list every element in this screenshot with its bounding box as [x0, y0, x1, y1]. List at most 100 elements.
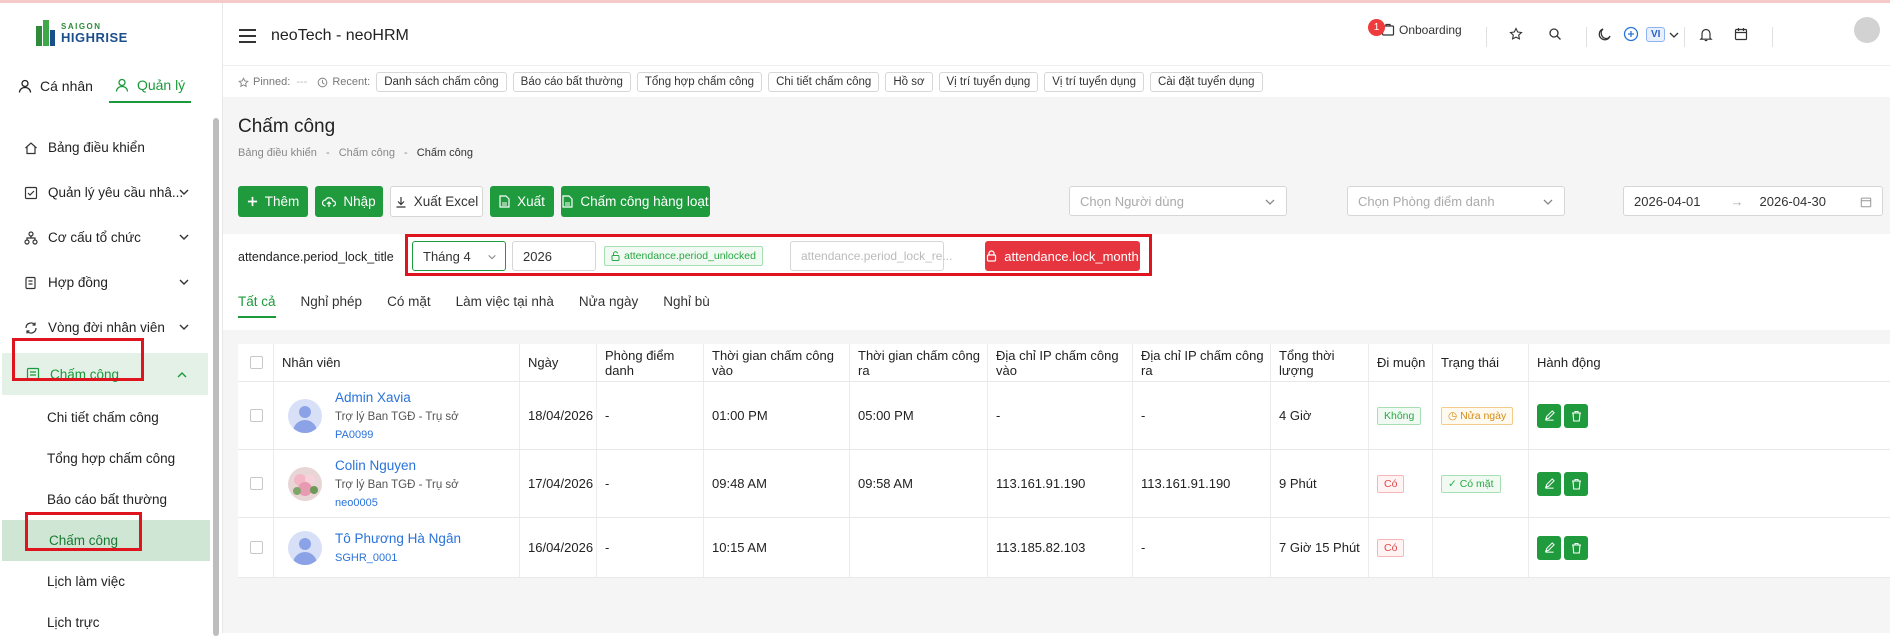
row-checkbox[interactable]: [250, 541, 263, 554]
tab-present[interactable]: Có mặt: [387, 284, 431, 318]
tab-leave[interactable]: Nghỉ phép: [301, 284, 363, 318]
header-divider: [1486, 27, 1487, 47]
column-header[interactable]: Tổng thời lượng: [1271, 344, 1369, 381]
month-select[interactable]: Tháng 4: [412, 241, 506, 271]
date-range-picker[interactable]: 2026-04-01 → 2026-04-30: [1623, 186, 1883, 216]
sidebar-subitem-work-schedule[interactable]: Lịch làm việc: [0, 561, 210, 602]
ip-in-cell: -: [988, 382, 1133, 449]
delete-button[interactable]: [1564, 471, 1588, 496]
attendance-room-select[interactable]: Chọn Phòng điểm danh: [1347, 186, 1565, 216]
column-header[interactable]: Nhân viên: [274, 344, 520, 381]
plus-icon: [247, 196, 257, 207]
recent-chip[interactable]: Báo cáo bất thường: [512, 72, 631, 92]
table-row[interactable]: Admin Xavia Trợ lý Ban TGĐ - Trụ sở PA00…: [238, 382, 1890, 450]
user-select[interactable]: Chọn Người dùng: [1069, 186, 1287, 216]
date-from[interactable]: 2026-04-01: [1634, 194, 1701, 209]
table-row[interactable]: Colin Nguyen Trợ lý Ban TGĐ - Trụ sở neo…: [238, 450, 1890, 518]
employee-code[interactable]: PA0099: [335, 429, 459, 441]
lock-reason-input[interactable]: attendance.period_lock_re...: [790, 241, 952, 271]
tab-half-day[interactable]: Nửa ngày: [579, 284, 638, 318]
sidebar-item-requests[interactable]: Quản lý yêu cầu nhâ...: [0, 170, 210, 215]
check-out-cell: 05:00 PM: [850, 382, 988, 449]
tab-work-from-home[interactable]: Làm việc tại nhà: [456, 284, 554, 318]
sidebar-item-organization[interactable]: Cơ cấu tổ chức: [0, 215, 210, 260]
sidebar-item-contracts[interactable]: Hợp đồng: [0, 260, 210, 305]
sidebar-item-lifecycle[interactable]: Vòng đời nhân viên: [0, 305, 210, 350]
sidebar-scrollbar[interactable]: [213, 118, 219, 636]
pinned-label: Pinned:: [253, 76, 291, 88]
onboarding-button[interactable]: 1 Onboarding: [1368, 19, 1462, 37]
dark-mode-icon[interactable]: [1597, 27, 1612, 42]
export-excel-button[interactable]: Xuất Excel: [390, 186, 483, 217]
chevron-down-icon: [179, 279, 189, 285]
sidebar-subitem-attendance[interactable]: Chấm công: [2, 520, 210, 561]
bell-icon[interactable]: [1699, 27, 1713, 42]
lock-month-button[interactable]: attendance.lock_month: [985, 241, 1140, 271]
sidebar-item-attendance[interactable]: Chấm công: [2, 353, 208, 395]
export-button[interactable]: Xuất: [490, 186, 554, 217]
row-checkbox[interactable]: [250, 409, 263, 422]
table-row[interactable]: Tô Phương Hà Ngân SGHR_0001 16/04/2026 -…: [238, 518, 1890, 578]
recent-chip[interactable]: Chi tiết chấm công: [768, 72, 880, 92]
company-logo[interactable]: SAIGON HIGHRISE: [34, 17, 128, 49]
column-header[interactable]: Thời gian chấm công ra: [850, 344, 988, 381]
recent-chip[interactable]: Danh sách chấm công: [376, 72, 507, 92]
breadcrumb: Bảng điều khiển - Chấm công - Chấm công: [238, 147, 474, 159]
column-header[interactable]: Thời gian chấm công vào: [704, 344, 850, 381]
language-selector[interactable]: VI: [1646, 27, 1680, 42]
column-header[interactable]: Địa chỉ IP chấm công vào: [988, 344, 1133, 381]
delete-button[interactable]: [1564, 535, 1588, 560]
select-all-checkbox[interactable]: [250, 356, 263, 369]
tab-compensatory[interactable]: Nghỉ bù: [663, 284, 710, 318]
recent-chip[interactable]: Vị trí tuyển dụng: [1044, 72, 1145, 92]
employee-name[interactable]: Colin Nguyen: [335, 458, 459, 473]
column-header[interactable]: Phòng điểm danh: [597, 344, 704, 381]
sidebar-item-dashboard[interactable]: Bảng điều khiển: [0, 125, 210, 170]
year-input[interactable]: 2026: [512, 241, 596, 271]
menu-toggle-icon[interactable]: [239, 29, 256, 43]
total-duration-cell: 9 Phút: [1271, 450, 1369, 517]
employee-name[interactable]: Tô Phương Hà Ngân: [335, 531, 461, 546]
add-button[interactable]: Thêm: [238, 186, 308, 217]
sidebar-menu: Bảng điều khiển Quản lý yêu cầu nhâ... C…: [0, 125, 210, 643]
user-avatar[interactable]: [1854, 17, 1880, 43]
calendar-icon: [1860, 197, 1872, 208]
column-header[interactable]: Địa chỉ IP chấm công ra: [1133, 344, 1271, 381]
sidebar-subitem-abnormal-report[interactable]: Báo cáo bất thường: [0, 479, 210, 520]
date-to[interactable]: 2026-04-30: [1760, 194, 1827, 209]
favorite-star-icon[interactable]: [1509, 27, 1523, 41]
role-tab-personal[interactable]: Cá nhân: [0, 69, 93, 103]
export-label: Xuất: [517, 194, 545, 209]
breadcrumb-item[interactable]: Chấm công: [339, 147, 395, 159]
edit-button[interactable]: [1537, 535, 1561, 560]
calendar-icon[interactable]: [1734, 27, 1748, 41]
recent-chip[interactable]: Tổng hợp chấm công: [636, 72, 763, 92]
sidebar-subitem-duty-schedule[interactable]: Lịch trực: [0, 602, 210, 643]
column-header[interactable]: Ngày: [520, 344, 597, 381]
recent-chip[interactable]: Hồ sơ: [885, 72, 933, 92]
tab-bar-bg: Tất cả Nghỉ phép Có mặt Làm việc tại nhà…: [223, 284, 1890, 330]
employee-position: Trợ lý Ban TGĐ - Trụ sở: [335, 479, 459, 491]
recent-chip[interactable]: Cài đặt tuyển dụng: [1150, 72, 1263, 92]
recent-chip[interactable]: Vị trí tuyển dụng: [938, 72, 1039, 92]
employee-name[interactable]: Admin Xavia: [335, 390, 459, 405]
import-button[interactable]: Nhập: [315, 186, 383, 217]
column-header[interactable]: Trạng thái: [1433, 344, 1529, 381]
employee-code[interactable]: SGHR_0001: [335, 552, 461, 564]
edit-button[interactable]: [1537, 403, 1561, 428]
sidebar-subitem-attendance-detail[interactable]: Chi tiết chấm công: [0, 397, 210, 438]
delete-button[interactable]: [1564, 403, 1588, 428]
chevron-down-icon: [179, 189, 189, 195]
bulk-attendance-button[interactable]: Chấm công hàng loạt: [561, 186, 710, 217]
add-circle-icon[interactable]: [1623, 26, 1639, 42]
breadcrumb-item[interactable]: Bảng điều khiển: [238, 147, 317, 159]
tab-all[interactable]: Tất cả: [238, 284, 276, 318]
row-checkbox[interactable]: [250, 477, 263, 490]
search-icon[interactable]: [1548, 27, 1562, 41]
role-tab-manager[interactable]: Quản lý: [108, 69, 192, 103]
column-header[interactable]: Đi muộn: [1369, 344, 1433, 381]
sidebar-subitem-attendance-summary[interactable]: Tổng hợp chấm công: [0, 438, 210, 479]
edit-button[interactable]: [1537, 471, 1561, 496]
employee-code[interactable]: neo0005: [335, 497, 459, 509]
ip-out-cell: -: [1133, 382, 1271, 449]
